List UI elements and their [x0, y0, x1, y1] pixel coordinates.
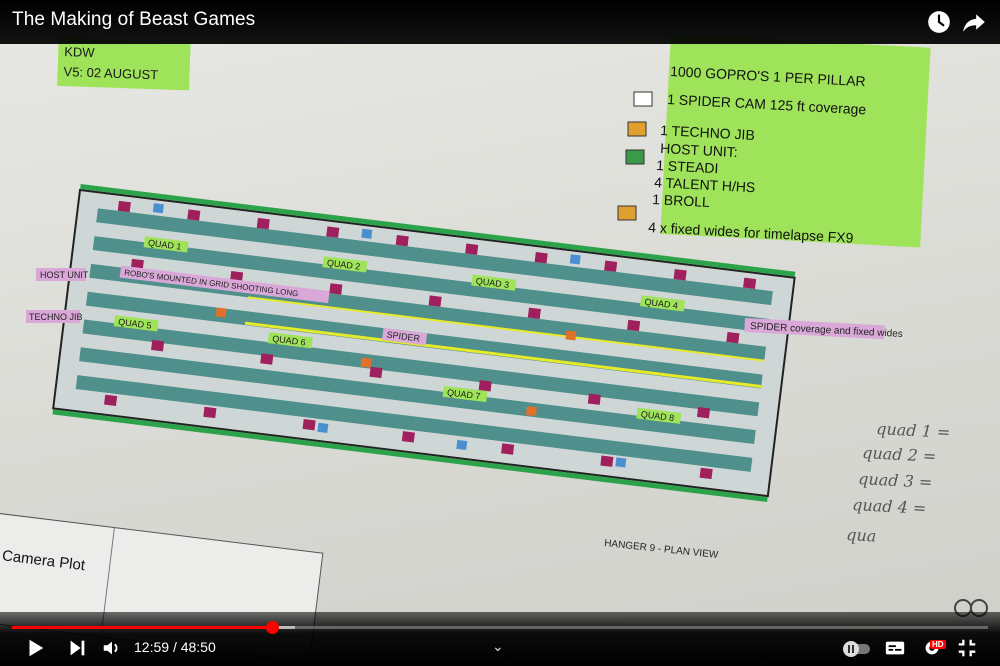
- camera-plot-drawing: KDW V5: 02 AUGUST 1000 GOPRO'S 1 PER PIL…: [0, 34, 951, 663]
- video-player[interactable]: KDW V5: 02 AUGUST 1000 GOPRO'S 1 PER PIL…: [0, 0, 1000, 666]
- handwritten-quad-4: quad 4 =: [852, 495, 927, 518]
- handwritten-qua: qua: [846, 525, 877, 546]
- exit-fullscreen-button[interactable]: [956, 637, 978, 659]
- next-button[interactable]: [66, 637, 88, 659]
- current-time: 12:59: [134, 639, 170, 655]
- subtitles-icon: [885, 641, 905, 655]
- tag-host-unit: HOST UNIT: [40, 270, 89, 280]
- share-icon[interactable]: [961, 9, 987, 35]
- hd-badge: HD: [930, 640, 946, 649]
- watch-later-icon[interactable]: [926, 9, 952, 35]
- video-title[interactable]: The Making of Beast Games: [12, 9, 255, 31]
- subtitles-button[interactable]: [884, 637, 906, 659]
- autoplay-toggle[interactable]: [842, 639, 872, 661]
- handwritten-quad-1: quad 1 =: [876, 419, 951, 442]
- video-frame[interactable]: KDW V5: 02 AUGUST 1000 GOPRO'S 1 PER PIL…: [0, 0, 1000, 666]
- legend-line-7: 1 BROLL: [652, 191, 711, 210]
- exit-fullscreen-icon: [958, 639, 976, 657]
- progress-scrubber[interactable]: [265, 621, 279, 634]
- plan-header-line1: KDW: [64, 44, 96, 60]
- next-icon: [70, 640, 85, 656]
- volume-button[interactable]: [100, 637, 124, 659]
- handwritten-quad-2: quad 2 =: [862, 443, 937, 466]
- time-separator: /: [172, 639, 177, 655]
- tag-techno-jib: TECHNO JIB: [29, 312, 83, 322]
- duration: 48:50: [180, 639, 216, 655]
- legend-line-5: 1 STEADI: [656, 157, 719, 176]
- plan-caption: HANGER 9 - PLAN VIEW: [604, 538, 720, 561]
- play-button[interactable]: [24, 637, 46, 659]
- chapters-chevron-icon[interactable]: ⌄: [492, 638, 504, 655]
- progress-bar[interactable]: [12, 621, 988, 634]
- handwritten-quad-3: quad 3 =: [858, 469, 933, 492]
- autoplay-toggle-icon: [843, 641, 870, 657]
- time-display: 12:59 / 48:50: [134, 639, 216, 655]
- play-icon: [29, 639, 44, 657]
- progress-played: [12, 626, 272, 629]
- top-bar: The Making of Beast Games: [0, 0, 1000, 44]
- volume-icon: [103, 641, 118, 655]
